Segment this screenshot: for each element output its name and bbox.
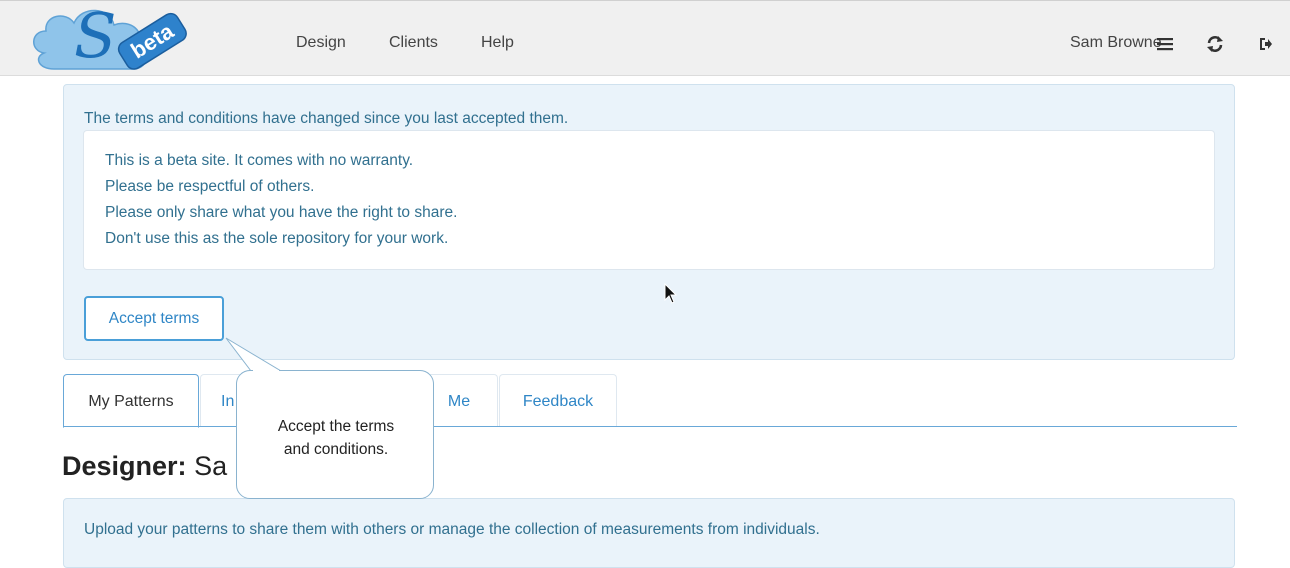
user-name: Sam Browne	[1070, 34, 1162, 51]
logout-icon[interactable]	[1259, 37, 1273, 51]
terms-line: Don't use this as the sole repository fo…	[105, 230, 449, 247]
tooltip: Accept the terms and conditions.	[236, 370, 434, 499]
info-panel: Upload your patterns to share them with …	[63, 498, 1235, 568]
svg-text:S: S	[74, 1, 116, 72]
refresh-icon[interactable]	[1206, 35, 1224, 53]
tooltip-line: Accept the terms	[277, 418, 395, 435]
terms-alert-panel: The terms and conditions have changed si…	[63, 84, 1235, 360]
terms-line: This is a beta site. It comes with no wa…	[105, 152, 414, 169]
designer-name: Sa	[194, 451, 228, 481]
user-menu[interactable]: Sam Browne	[1070, 34, 1162, 52]
mouse-cursor-icon	[664, 283, 678, 304]
designer-title: Designer: Sa	[62, 451, 227, 482]
nav-help[interactable]: Help	[481, 34, 514, 52]
tab-feedback[interactable]: Feedback	[499, 374, 617, 427]
terms-line: Please be respectful of others.	[105, 178, 315, 195]
terms-text-box: This is a beta site. It comes with no wa…	[83, 130, 1215, 270]
nav-clients[interactable]: Clients	[389, 34, 438, 52]
top-navbar: S beta Design Clients Help Sam Browne	[0, 0, 1290, 76]
cloud-s-logo[interactable]: S beta	[26, 1, 206, 75]
terms-line: Please only share what you have the righ…	[105, 204, 458, 221]
accept-terms-button[interactable]: Accept terms	[84, 296, 224, 341]
tab-my-patterns[interactable]: My Patterns	[63, 374, 199, 428]
hamburger-icon[interactable]	[1157, 37, 1173, 51]
terms-heading: The terms and conditions have changed si…	[84, 110, 569, 127]
nav-design[interactable]: Design	[296, 34, 346, 52]
tooltip-line: and conditions.	[283, 441, 389, 458]
designer-label: Designer:	[62, 451, 187, 481]
info-text: Upload your patterns to share them with …	[84, 521, 820, 538]
